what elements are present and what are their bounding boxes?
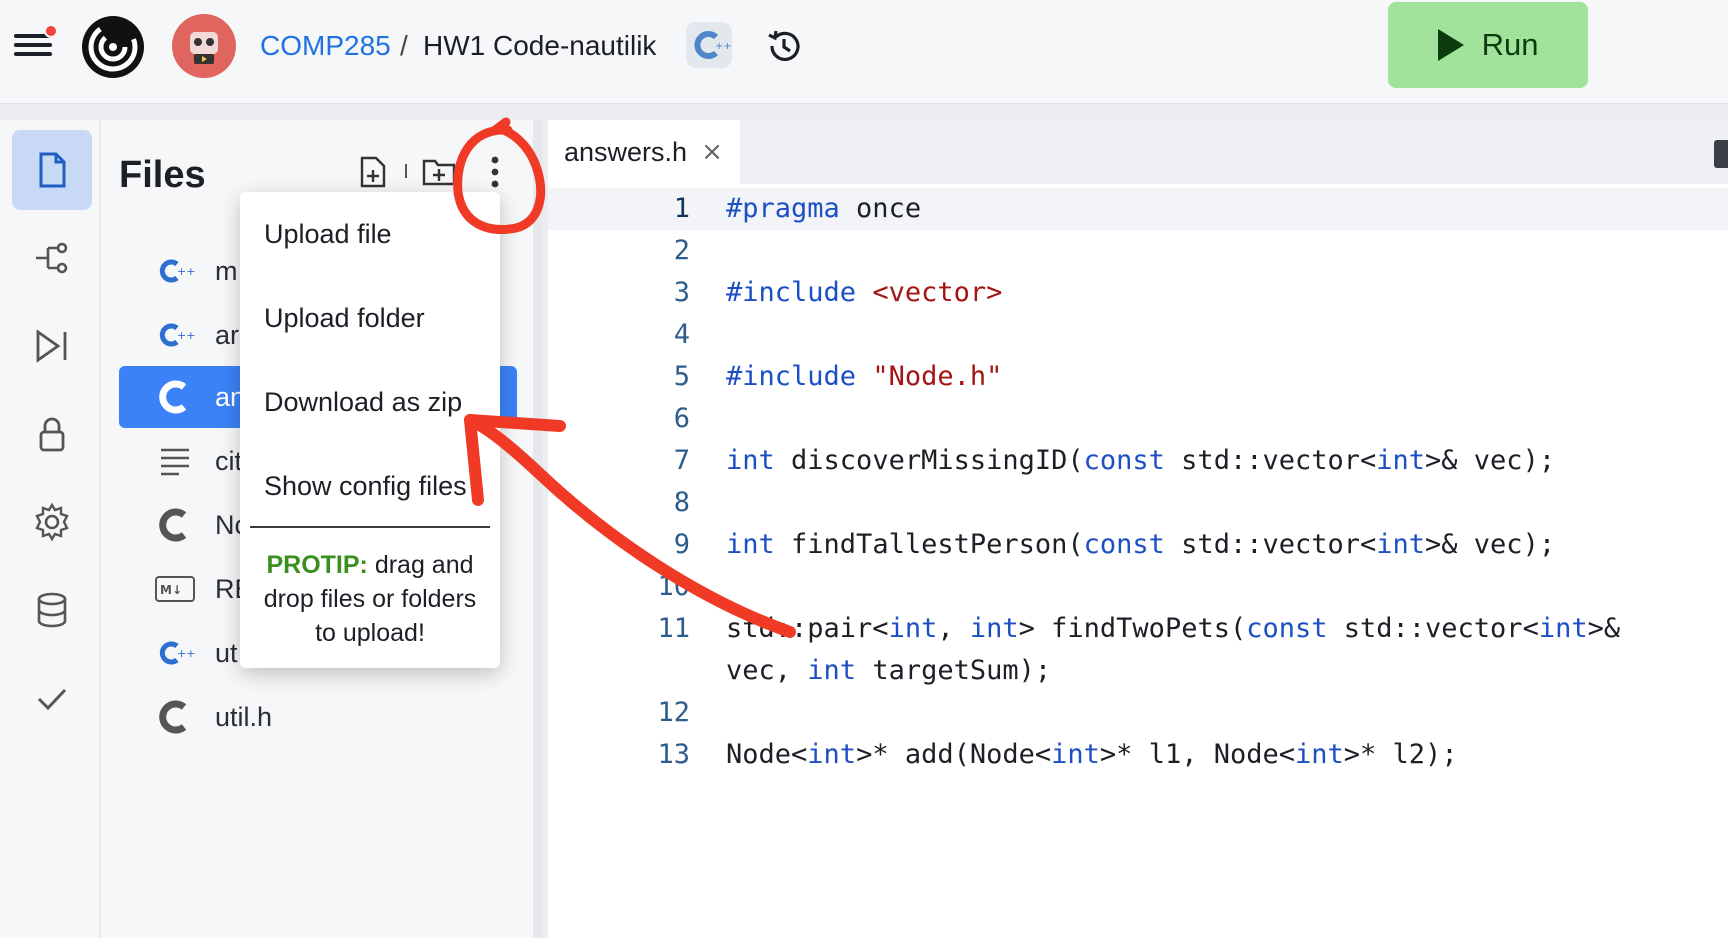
show-config-files-menu-item[interactable]: Show config files: [240, 444, 500, 528]
file-name: ut: [215, 637, 238, 668]
svg-text:++: ++: [177, 329, 195, 342]
svg-text:++: ++: [177, 265, 195, 278]
line-number: 1: [673, 193, 690, 224]
code-editor[interactable]: answers.h × 1 #pragma once 2 3 #include <v…: [548, 120, 1728, 938]
line-number: 5: [673, 361, 690, 392]
upload-file-menu-item[interactable]: Upload file: [240, 192, 500, 276]
code-line: #include <vector>: [726, 277, 1003, 308]
c-icon: [147, 505, 203, 545]
code-line: int discoverMissingID(const std::vector<…: [726, 445, 1556, 476]
history-icon[interactable]: [764, 26, 804, 66]
text-lines-icon: [147, 441, 203, 481]
file-tree-item[interactable]: util.h: [119, 686, 517, 748]
code-line: #include "Node.h": [726, 361, 1003, 392]
editor-tab-bar: answers.h ×: [548, 120, 1728, 184]
database-icon: [37, 592, 67, 628]
menu-divider: [250, 526, 490, 528]
repl-title[interactable]: HW1 Code-nautilik: [423, 28, 656, 64]
replit-logo-icon[interactable]: [80, 14, 146, 80]
cpp-icon: ++: [147, 315, 203, 355]
line-number: 6: [673, 403, 690, 434]
file-name: ar: [215, 319, 240, 350]
code-line: Node<int>* add(Node<int>* l1, Node<int>*…: [726, 739, 1458, 770]
c-icon: [147, 697, 203, 737]
git-tool-button[interactable]: [12, 218, 92, 298]
close-icon[interactable]: ×: [701, 137, 723, 167]
editor-tab[interactable]: answers.h ×: [548, 120, 740, 184]
svg-text:++: ++: [177, 647, 195, 660]
new-file-button[interactable]: [353, 152, 393, 192]
more-options-button[interactable]: [475, 152, 515, 192]
line-number: 4: [673, 319, 690, 350]
protip-text: PROTIP: drag and drop files or folders t…: [250, 548, 490, 650]
activity-rail: [0, 120, 100, 938]
protip-label: PROTIP:: [266, 551, 368, 579]
kebab-menu-icon: [491, 156, 499, 188]
toolbar-divider: [405, 164, 407, 178]
database-tool-button[interactable]: [12, 570, 92, 650]
line-number: 12: [657, 697, 690, 728]
tab-label: answers.h: [564, 136, 688, 167]
top-bar: COMP285 / HW1 Code-nautilik ++ Run: [0, 0, 1728, 104]
step-forward-icon: [36, 329, 67, 363]
upload-folder-menu-item[interactable]: Upload folder: [240, 276, 500, 360]
new-folder-button[interactable]: [419, 152, 459, 192]
language-badge[interactable]: ++: [686, 22, 732, 68]
svg-text:++: ++: [715, 41, 732, 52]
cpp-icon: ++: [147, 251, 203, 291]
code-line: int findTallestPerson(const std::vector<…: [726, 529, 1556, 560]
new-folder-icon: [422, 159, 456, 186]
line-number: 11: [657, 613, 690, 644]
file-icon: [39, 152, 66, 188]
git-branch-icon: [36, 242, 68, 274]
svg-text:M↓: M↓: [160, 583, 182, 597]
secrets-tool-button[interactable]: [12, 394, 92, 474]
checkmark-icon: [37, 688, 67, 711]
breadcrumb-separator: /: [400, 30, 408, 61]
gear-icon: [35, 502, 69, 542]
cpp-icon: ++: [147, 633, 203, 673]
editor-menu-icon[interactable]: [1714, 140, 1728, 168]
line-number: 8: [673, 487, 690, 518]
menu-icon[interactable]: [14, 24, 58, 60]
settings-tool-button[interactable]: [12, 482, 92, 562]
user-avatar[interactable]: [172, 14, 236, 78]
tests-tool-button[interactable]: [12, 658, 92, 738]
files-title: Files: [119, 154, 206, 196]
download-zip-menu-item[interactable]: Download as zip: [240, 360, 500, 444]
robot-avatar-icon: [190, 32, 218, 64]
file-name: util.h: [215, 701, 273, 732]
run-button[interactable]: Run: [1388, 2, 1588, 88]
run-label: Run: [1481, 27, 1539, 62]
play-icon: [1437, 29, 1464, 61]
c-icon: [147, 377, 203, 417]
line-number: 13: [657, 739, 690, 770]
cpp-icon: ++: [694, 31, 732, 59]
project-breadcrumb[interactable]: COMP285: [260, 28, 391, 64]
file-name: m: [215, 255, 238, 286]
code-line: std::pair<int, int> findTwoPets(const st…: [726, 613, 1621, 644]
line-number: 10: [657, 571, 690, 602]
line-number: 9: [673, 529, 690, 560]
files-options-menu: Upload file Upload folder Download as zi…: [240, 192, 500, 668]
notification-dot: [44, 24, 58, 38]
code-line: #pragma once: [726, 193, 922, 224]
line-number: 2: [673, 235, 690, 266]
lock-icon: [39, 417, 65, 452]
code-line: vec, int targetSum);: [726, 655, 1052, 686]
file-name: cit: [215, 445, 242, 476]
debugger-tool-button[interactable]: [12, 306, 92, 386]
panel-resize-handle[interactable]: [533, 120, 543, 938]
markdown-icon: M↓: [147, 569, 203, 609]
files-tool-button[interactable]: [12, 130, 92, 210]
new-file-icon: [360, 156, 386, 188]
line-number: 3: [673, 277, 690, 308]
line-number: 7: [673, 445, 690, 476]
